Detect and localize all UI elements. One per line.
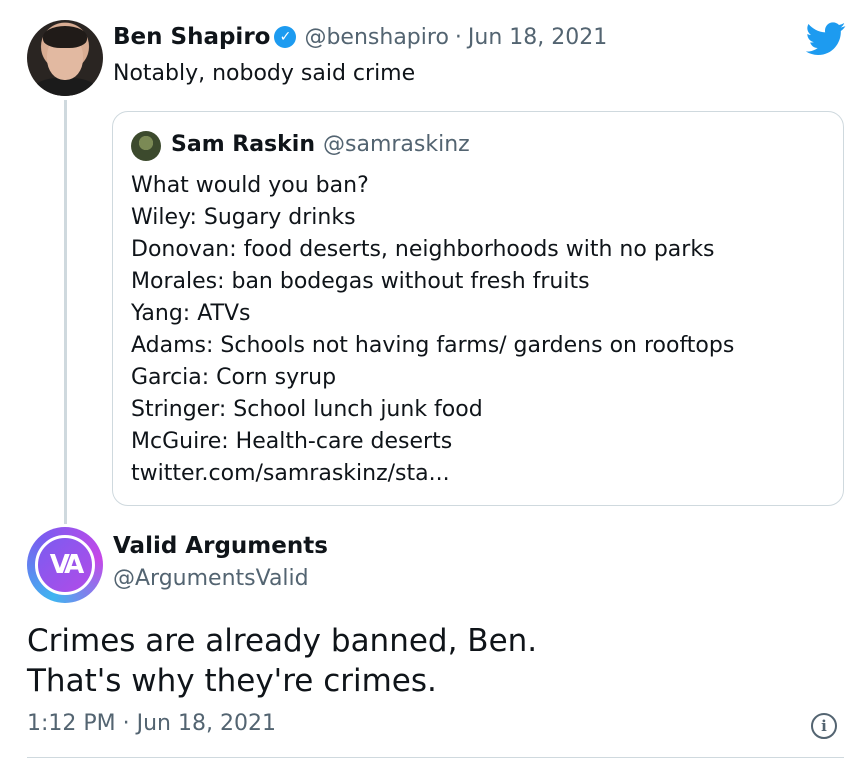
quoted-line: Donovan: food deserts, neighborhoods wit…: [131, 237, 715, 262]
author-handle[interactable]: @benshapiro: [304, 25, 448, 50]
avatar-ben-shapiro[interactable]: [27, 20, 103, 96]
quoted-line: Yang: ATVs: [131, 301, 251, 326]
info-icon[interactable]: i: [811, 713, 837, 739]
verified-badge-icon: ✓: [274, 26, 297, 48]
quoted-line: Adams: Schools not having farms/ gardens…: [131, 333, 735, 358]
author-name[interactable]: Ben Shapiro: [113, 24, 270, 50]
quoted-link[interactable]: twitter.com/samraskinz/sta...: [131, 458, 734, 490]
quoted-author-name[interactable]: Sam Raskin: [171, 132, 315, 157]
avatar-logo: VA: [35, 535, 95, 595]
quoted-author-handle[interactable]: @samraskinz: [323, 132, 470, 157]
quoted-line: McGuire: Health-care deserts: [131, 429, 453, 454]
divider: [27, 757, 844, 758]
quoted-line: Morales: ban bodegas without fresh fruit…: [131, 269, 590, 294]
avatar-valid-arguments[interactable]: VA: [27, 527, 103, 603]
tweet-text: Notably, nobody said crime: [113, 61, 416, 86]
quoted-line: Stringer: School lunch junk food: [131, 397, 483, 422]
tweet-date[interactable]: Jun 18, 2021: [468, 25, 607, 50]
tweet-header: Ben Shapiro ✓ @benshapiro · Jun 18, 2021: [113, 24, 607, 50]
reply-timestamp[interactable]: 1:12 PM · Jun 18, 2021: [27, 711, 276, 736]
reply-author-name[interactable]: Valid Arguments: [113, 533, 328, 559]
thread-line: [64, 100, 67, 524]
reply-line: That's why they're crimes.: [27, 663, 437, 699]
quoted-tweet-header: Sam Raskin @samraskinz: [171, 132, 470, 157]
avatar-hair: [43, 26, 87, 48]
reply-text: Crimes are already banned, Ben. That's w…: [27, 621, 537, 701]
quoted-line: Garcia: Corn syrup: [131, 365, 337, 390]
reply-author-handle[interactable]: @ArgumentsValid: [113, 566, 309, 591]
twitter-bird-icon[interactable]: [806, 22, 846, 56]
quoted-line: Wiley: Sugary drinks: [131, 205, 356, 230]
reply-line: Crimes are already banned, Ben.: [27, 623, 538, 659]
quoted-tweet-text: What would you ban? Wiley: Sugary drinks…: [131, 170, 734, 490]
separator-dot: ·: [454, 24, 462, 50]
avatar-sam-raskin[interactable]: [131, 131, 161, 161]
quoted-line: What would you ban?: [131, 173, 369, 198]
avatar-shirt: [33, 78, 97, 96]
